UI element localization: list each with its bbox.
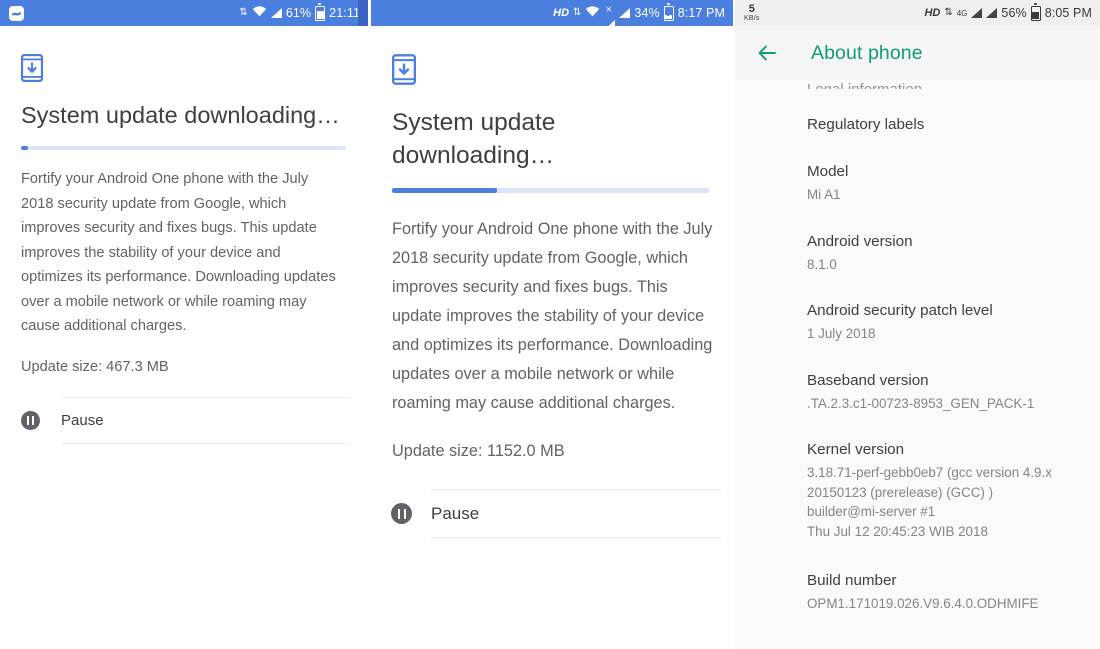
status-bar-system-icons: ⇅ 61% 21:11 xyxy=(239,3,360,21)
network-speed-value: 5 xyxy=(748,3,755,15)
back-arrow-icon[interactable] xyxy=(755,41,779,65)
battery-percent-label: 61% xyxy=(285,6,312,20)
list-item[interactable]: Android version 8.1.0 xyxy=(807,232,1100,275)
item-value: OPM1.171019.026.V9.6.4.0.ODHMIFE xyxy=(807,596,1039,611)
pause-circle-icon xyxy=(391,503,412,524)
hd-icon: HD xyxy=(924,7,941,19)
download-progress-bar xyxy=(392,188,709,193)
item-label: Kernel version xyxy=(807,441,905,458)
battery-charging-icon xyxy=(663,3,674,21)
page-title: System update downloading… xyxy=(392,109,556,169)
system-update-body-2: System update downloading… Fortify your … xyxy=(371,54,733,538)
system-update-download-icon xyxy=(392,54,733,85)
network-speed-unit: KB/s xyxy=(744,15,760,22)
about-phone-list[interactable]: Legal information Regulatory labels Mode… xyxy=(735,80,1100,649)
update-size-label: Update size: 1152.0 MB xyxy=(392,442,565,460)
update-description: Fortify your Android One phone with the … xyxy=(21,171,336,334)
pause-button-label: Pause xyxy=(431,503,480,523)
item-label: Android version xyxy=(807,232,913,250)
status-bar-panel-3: 5 KB/s HD ⇅ 4G 56% 8:05 PM xyxy=(735,0,1100,26)
item-label: Model xyxy=(807,163,849,180)
item-label: Build number xyxy=(807,572,897,589)
download-progress-bar xyxy=(21,146,346,150)
clock-label: 8:05 PM xyxy=(1044,6,1092,20)
download-progress-fill xyxy=(392,188,497,193)
signal-icon: ✕ xyxy=(604,5,616,30)
list-item[interactable]: Kernel version 3.18.71-perf-gebb0eb7 (gc… xyxy=(807,440,1100,541)
item-value: Mi A1 xyxy=(807,187,841,202)
pause-button[interactable]: Pause xyxy=(0,398,368,443)
signal-icon xyxy=(971,8,983,18)
list-item[interactable]: Baseband version .TA.2.3.c1-00723-8953_G… xyxy=(807,371,1100,414)
item-value: 3.18.71-perf-gebb0eb7 (gcc version 4.9.x… xyxy=(807,465,1052,539)
panel-system-update-large: HD ⇅ ✕ 34% 8:17 PM System update downloa… xyxy=(371,0,733,649)
item-label: Baseband version xyxy=(807,371,929,389)
data-transfer-icon: ⇅ xyxy=(239,7,248,18)
hd-icon: HD xyxy=(553,7,570,19)
pause-button-label: Pause xyxy=(61,411,104,429)
clock-label: 8:17 PM xyxy=(677,6,725,20)
signal-icon xyxy=(270,8,282,18)
pause-button[interactable]: Pause xyxy=(371,490,733,537)
divider-bottom xyxy=(62,442,350,444)
list-item[interactable]: Android security patch level 1 July 2018 xyxy=(807,301,1100,344)
list-item-clipped[interactable]: Legal information xyxy=(807,80,1100,89)
battery-icon xyxy=(1030,3,1041,21)
signal-icon xyxy=(986,8,998,18)
wifi-icon xyxy=(585,6,600,20)
panel-system-update-small: ⇅ 61% 21:11 System update downloading… F… xyxy=(0,0,368,649)
item-value: 8.1.0 xyxy=(807,256,837,272)
pause-circle-icon xyxy=(21,410,40,430)
download-progress-fill xyxy=(21,146,28,150)
signal-icon xyxy=(619,8,631,18)
battery-percent-label: 34% xyxy=(634,6,660,20)
app-bar: About phone xyxy=(735,26,1100,80)
status-bar-panel-2: HD ⇅ ✕ 34% 8:17 PM xyxy=(371,0,733,30)
item-value: 1 July 2018 xyxy=(807,326,876,341)
wifi-icon xyxy=(252,6,267,20)
update-description: Fortify your Android One phone with the … xyxy=(392,220,713,412)
data-transfer-icon: ⇅ xyxy=(573,7,582,18)
item-label: Android security patch level xyxy=(807,302,993,319)
status-bar-panel-1: ⇅ 61% 21:11 xyxy=(0,0,368,26)
page-title: About phone xyxy=(811,41,923,64)
divider-bottom xyxy=(431,537,721,538)
clock-label: 21:11 xyxy=(329,6,360,20)
pause-action-row: Pause xyxy=(371,489,733,538)
list-item[interactable]: Regulatory labels xyxy=(807,115,1100,135)
download-notification-icon xyxy=(9,5,24,21)
battery-icon xyxy=(315,3,326,21)
system-update-body-1: System update downloading… Fortify your … xyxy=(0,54,368,444)
list-item[interactable]: Build number OPM1.171019.026.V9.6.4.0.OD… xyxy=(807,571,1100,614)
status-bar-system-icons: HD ⇅ 4G 56% 8:05 PM xyxy=(924,3,1092,21)
list-item[interactable]: Model Mi A1 xyxy=(807,162,1100,205)
network-speed-indicator: 5 KB/s xyxy=(744,3,760,23)
status-bar-system-icons: HD ⇅ ✕ 34% 8:17 PM xyxy=(553,3,725,30)
item-label: Regulatory labels xyxy=(807,116,925,133)
page-title: System update downloading… xyxy=(21,102,340,128)
panel-about-phone: 5 KB/s HD ⇅ 4G 56% 8:05 PM About phone R… xyxy=(735,0,1100,649)
screenshot-stage: ⇅ 61% 21:11 System update downloading… F… xyxy=(0,0,1100,649)
system-update-download-icon xyxy=(21,54,368,82)
battery-percent-label: 56% xyxy=(1001,6,1027,20)
panel-1-status-bar-edge xyxy=(358,0,368,26)
update-size-label: Update size: 467.3 MB xyxy=(21,358,169,375)
pause-action-row: Pause xyxy=(0,396,368,444)
scrollbar[interactable] xyxy=(1095,80,1098,649)
data-transfer-icon: ⇅ xyxy=(944,7,953,18)
status-bar-notifications xyxy=(9,5,24,21)
item-value: .TA.2.3.c1-00723-8953_GEN_PACK-1 xyxy=(807,395,1035,411)
network-type-label: 4G xyxy=(956,8,968,18)
